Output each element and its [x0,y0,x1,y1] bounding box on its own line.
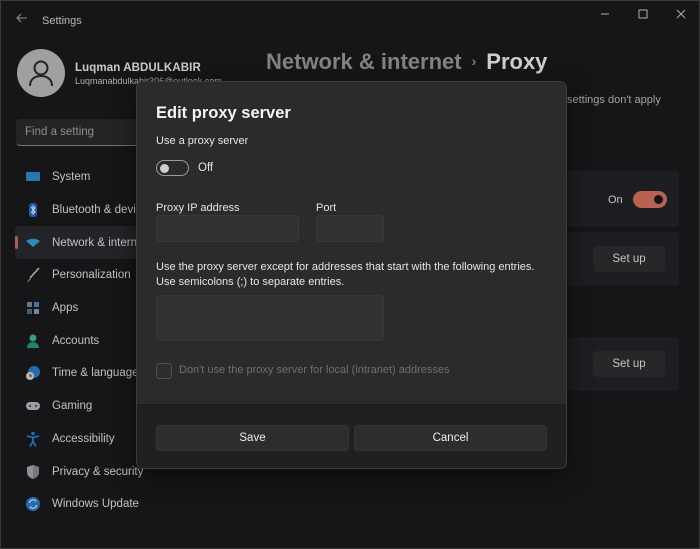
proxy-ip-input[interactable] [156,215,299,242]
proxy-ip-label: Proxy IP address [156,202,240,214]
exceptions-input[interactable] [156,295,384,341]
dialog-footer: Save Cancel [137,404,566,468]
exceptions-label-line1: Use the proxy server except for addresse… [156,261,535,273]
settings-window: Settings Luqman ABDULKABIR Luqmanabdulka… [1,1,699,548]
toggle-knob [160,163,169,173]
cancel-button[interactable]: Cancel [354,425,547,451]
save-button[interactable]: Save [156,425,349,451]
use-proxy-label: Use a proxy server [156,135,249,147]
use-proxy-state-label: Off [198,162,214,174]
edit-proxy-dialog: Edit proxy server Use a proxy server Off… [136,81,567,469]
port-input[interactable] [316,215,384,242]
port-label: Port [316,202,337,214]
local-addresses-label: Don't use the proxy server for local (in… [179,364,450,376]
local-addresses-checkbox[interactable] [156,363,172,379]
dialog-title: Edit proxy server [156,104,291,122]
use-proxy-toggle[interactable] [156,160,189,176]
exceptions-label-line2: Use semicolons (;) to separate entries. [156,276,345,288]
